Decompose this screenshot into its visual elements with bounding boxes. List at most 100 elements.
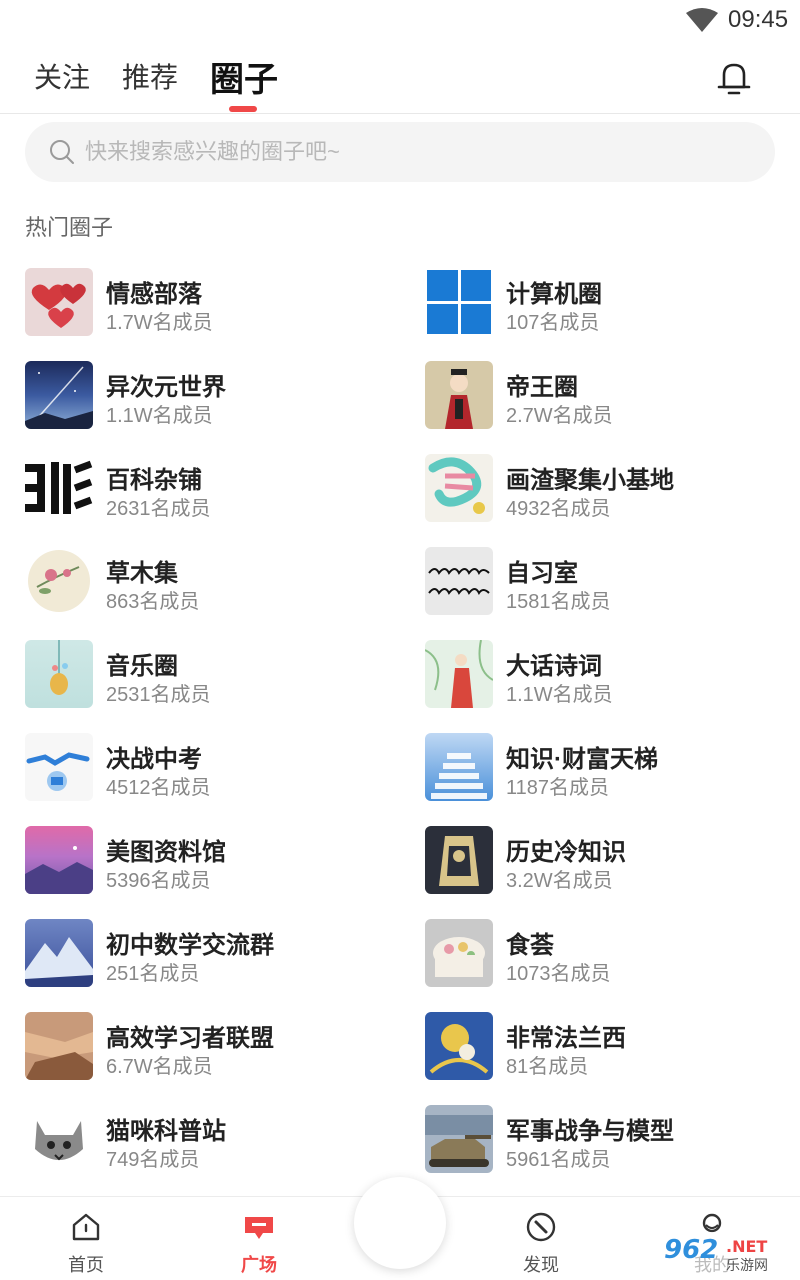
circle-name: 历史冷知识 (506, 839, 626, 866)
publish-button[interactable] (354, 1177, 446, 1269)
circle-item[interactable]: 帝王圈 2.7W名成员 (425, 361, 800, 431)
calligraphy-thumb (25, 454, 93, 522)
circle-name: 初中数学交流群 (106, 932, 274, 959)
search-input[interactable] (85, 122, 745, 182)
compass-icon (526, 1212, 556, 1242)
nav-label: 首页 (68, 1255, 104, 1275)
circle-item[interactable]: 初中数学交流群 251名成员 (25, 919, 405, 989)
tab-circles[interactable]: 圈子 (210, 52, 278, 101)
circle-name: 高效学习者联盟 (106, 1025, 274, 1052)
tab-indicator (229, 106, 257, 112)
circle-item[interactable]: 草木集 863名成员 (25, 547, 405, 617)
circle-name: 知识·财富天梯 (506, 746, 658, 773)
member-count: 1187名成员 (506, 777, 610, 799)
poet-thumb (425, 640, 493, 708)
nav-label: 广场 (241, 1255, 277, 1275)
circle-item[interactable]: 历史冷知识 3.2W名成员 (425, 826, 800, 896)
member-count: 1581名成员 (506, 591, 611, 613)
wifi-icon (686, 8, 718, 32)
circle-name: 情感部落 (106, 281, 202, 308)
cake-thumb (425, 919, 493, 987)
circle-name: 帝王圈 (506, 374, 578, 401)
purple-landscape-thumb (25, 826, 93, 894)
member-count: 1.1W名成员 (506, 684, 613, 706)
circle-item[interactable]: 军事战争与模型 5961名成员 (425, 1105, 800, 1175)
hearts-thumb (25, 268, 93, 336)
circle-name: 大话诗词 (506, 653, 602, 680)
circle-name: 美图资料馆 (106, 839, 226, 866)
circle-name: 异次元世界 (106, 374, 226, 401)
circle-item[interactable]: 异次元世界 1.1W名成员 (25, 361, 405, 431)
circle-item[interactable]: 非常法兰西 81名成员 (425, 1012, 800, 1082)
member-count: 4932名成员 (506, 498, 611, 520)
circle-item[interactable]: 自习室 1581名成员 (425, 547, 800, 617)
circle-name: 音乐圈 (106, 653, 178, 680)
nav-discover[interactable]: 发现 (481, 1197, 601, 1280)
nav-label: 发现 (523, 1255, 559, 1275)
member-count: 5396名成员 (106, 870, 211, 892)
search-bar[interactable] (25, 122, 775, 182)
circle-item[interactable]: 知识·财富天梯 1187名成员 (425, 733, 800, 803)
status-time: 09:45 (728, 6, 789, 33)
watermark-logo: 962 .NET 乐游网 (660, 1232, 796, 1274)
member-count: 4512名成员 (106, 777, 211, 799)
tab-recommend[interactable]: 推荐 (122, 56, 178, 96)
search-icon (50, 140, 74, 164)
member-count: 2.7W名成员 (506, 405, 613, 427)
member-count: 3.2W名成员 (506, 870, 613, 892)
colorful-text-thumb (425, 454, 493, 522)
stairs-thumb (425, 733, 493, 801)
circle-name: 计算机圈 (506, 281, 602, 308)
svg-text:962: 962 (664, 1235, 718, 1265)
bell-icon[interactable] (714, 58, 754, 98)
member-count: 2531名成员 (106, 684, 211, 706)
member-count: 6.7W名成员 (106, 1056, 213, 1078)
circle-item[interactable]: 情感部落 1.7W名成员 (25, 268, 405, 338)
circle-item[interactable]: 计算机圈 107名成员 (425, 268, 800, 338)
tank-thumb (425, 1105, 493, 1173)
circle-name: 自习室 (506, 560, 578, 587)
flower-painting-thumb (25, 547, 93, 615)
music-illustration-thumb (25, 640, 93, 708)
home-icon (72, 1213, 100, 1241)
starry-sky-thumb (25, 361, 93, 429)
snowy-mountain-thumb (25, 919, 93, 987)
member-count: 863名成员 (106, 591, 200, 613)
svg-text:乐游网: 乐游网 (726, 1258, 768, 1274)
member-count: 81名成员 (506, 1056, 589, 1078)
section-title: 热门圈子 (25, 215, 114, 240)
member-count: 1073名成员 (506, 963, 611, 985)
emperor-thumb (425, 361, 493, 429)
painting-thumb (425, 1012, 493, 1080)
member-count: 5961名成员 (506, 1149, 611, 1171)
history-art-thumb (425, 826, 493, 894)
circle-name: 百科杂铺 (106, 467, 202, 494)
member-count: 251名成员 (106, 963, 200, 985)
circle-name: 画渣聚集小基地 (506, 467, 674, 494)
circle-item[interactable]: 百科杂铺 2631名成员 (25, 454, 405, 524)
top-tab-bar: 关注 推荐 圈子 (0, 50, 800, 114)
member-count: 1.1W名成员 (106, 405, 213, 427)
circle-item[interactable]: 猫咪科普站 749名成员 (25, 1105, 405, 1175)
tab-follow[interactable]: 关注 (34, 56, 90, 96)
member-count: 749名成员 (106, 1149, 200, 1171)
member-count: 107名成员 (506, 312, 600, 334)
windows-logo-thumb (425, 268, 493, 336)
circle-item[interactable]: 音乐圈 2531名成员 (25, 640, 405, 710)
circle-item[interactable]: 大话诗词 1.1W名成员 (425, 640, 800, 710)
exam-thumb (25, 733, 93, 801)
circle-name: 军事战争与模型 (506, 1118, 674, 1145)
member-count: 2631名成员 (106, 498, 211, 520)
handwriting-thumb (425, 547, 493, 615)
circle-item[interactable]: 美图资料馆 5396名成员 (25, 826, 405, 896)
circle-name: 决战中考 (106, 746, 202, 773)
circle-name: 食荟 (506, 932, 554, 959)
circle-item[interactable]: 高效学习者联盟 6.7W名成员 (25, 1012, 405, 1082)
nav-home[interactable]: 首页 (26, 1197, 146, 1280)
nav-plaza[interactable]: 广场 (199, 1197, 319, 1280)
circle-name: 非常法兰西 (506, 1025, 626, 1052)
circle-item[interactable]: 画渣聚集小基地 4932名成员 (425, 454, 800, 524)
circle-item[interactable]: 决战中考 4512名成员 (25, 733, 405, 803)
circle-item[interactable]: 食荟 1073名成员 (425, 919, 800, 989)
circle-name: 猫咪科普站 (106, 1118, 226, 1145)
